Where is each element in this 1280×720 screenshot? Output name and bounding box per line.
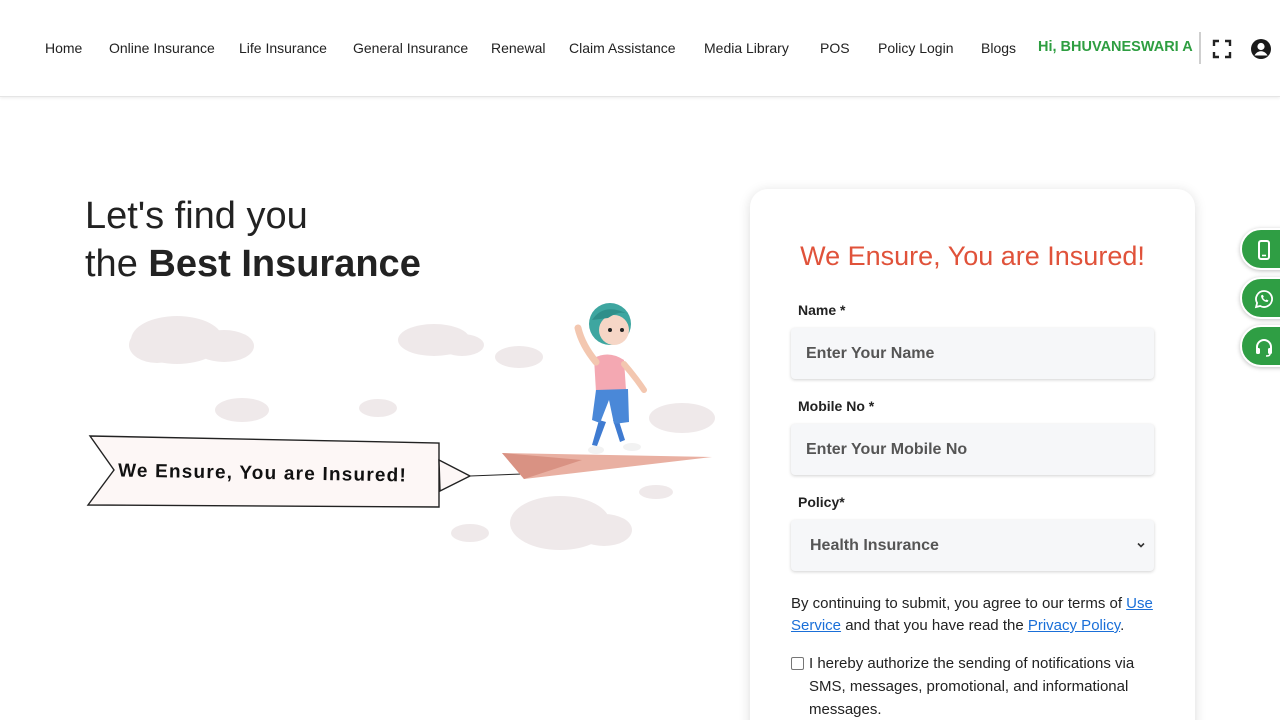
form-title: We Ensure, You are Insured!: [800, 241, 1145, 271]
top-navigation-bar: Home Online Insurance Life Insurance Gen…: [0, 0, 1280, 97]
chevron-down-icon: [1137, 542, 1145, 548]
nav-media-library[interactable]: Media Library: [704, 40, 789, 56]
terms-suffix: .: [1120, 617, 1125, 634]
nav-pos[interactable]: POS: [820, 40, 850, 56]
girl-character: [574, 303, 647, 454]
nav-policy-login[interactable]: Policy Login: [878, 40, 954, 56]
consent-checkbox[interactable]: [791, 657, 804, 670]
nav-general-insurance[interactable]: General Insurance: [353, 40, 468, 56]
quote-form-card: We Ensure, You are Insured! Name * Mobil…: [750, 189, 1195, 720]
nav-life-insurance[interactable]: Life Insurance: [239, 40, 327, 56]
headset-support-icon: [1256, 339, 1272, 357]
nav-claim-assistance[interactable]: Claim Assistance: [569, 40, 676, 56]
fullscreen-icon[interactable]: [1211, 38, 1233, 60]
whatsapp-icon: [1254, 290, 1273, 309]
nav-online-insurance[interactable]: Online Insurance: [109, 40, 215, 56]
hero-title-line1: Let's find you: [85, 195, 308, 237]
hero-title-bold: Best Insurance: [148, 243, 421, 285]
hero-title: Let's find you the Best Insurance: [85, 192, 421, 288]
name-input[interactable]: [791, 328, 1154, 379]
clouds: [129, 316, 715, 550]
header-divider: [1199, 32, 1201, 64]
user-account-icon[interactable]: [1250, 38, 1272, 60]
whatsapp-button[interactable]: [1240, 277, 1280, 319]
mobile-label: Mobile No *: [798, 398, 875, 414]
nav-blogs[interactable]: Blogs: [981, 40, 1016, 56]
terms-middle: and that you have read the: [841, 617, 1028, 634]
user-greeting[interactable]: Hi, BHUVANESWARI A: [1038, 39, 1193, 55]
policy-select[interactable]: Health Insurance: [791, 520, 1154, 571]
terms-prefix: By continuing to submit, you agree to ou…: [791, 595, 1127, 612]
mobile-input[interactable]: [791, 424, 1154, 475]
privacy-policy-link[interactable]: Privacy Policy: [1028, 617, 1120, 634]
hero-title-prefix: the: [85, 243, 149, 285]
hero-illustration: We Ensure, You are Insured!: [86, 303, 715, 550]
call-button[interactable]: [1240, 228, 1280, 270]
consent-text: I hereby authorize the sending of notifi…: [809, 655, 1135, 718]
name-label: Name *: [798, 302, 846, 318]
support-button[interactable]: [1240, 325, 1280, 367]
policy-selected-value: Health Insurance: [810, 536, 939, 554]
terms-text: By continuing to submit, you agree to ou…: [791, 593, 1161, 637]
nav-renewal[interactable]: Renewal: [491, 40, 545, 56]
mobile-phone-icon: [1258, 240, 1270, 260]
nav-home[interactable]: Home: [45, 40, 82, 56]
policy-label: Policy*: [798, 494, 845, 510]
